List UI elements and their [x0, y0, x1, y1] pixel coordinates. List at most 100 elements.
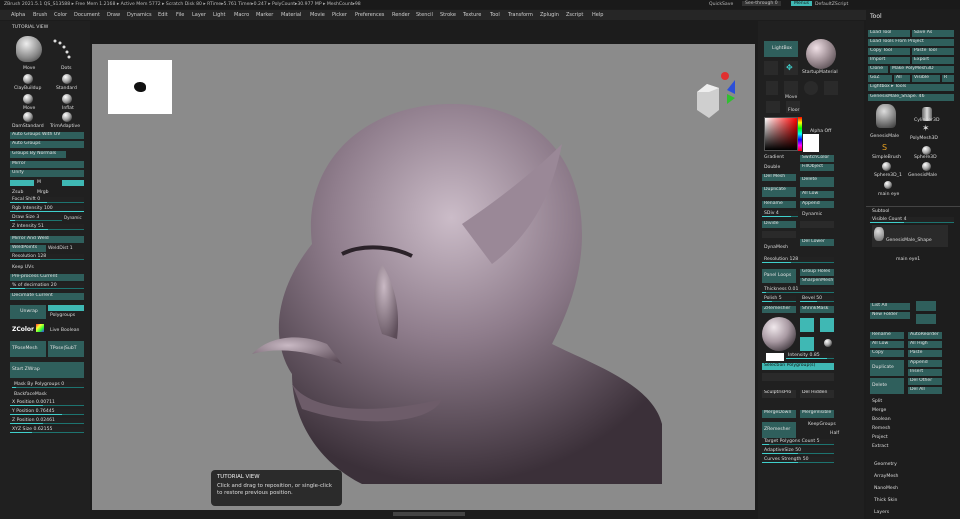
clone-button[interactable]: Clone — [868, 66, 888, 73]
polygroups-toggle[interactable] — [48, 305, 84, 311]
intensity-slider[interactable]: Intensity 0.85 — [786, 353, 834, 359]
sphere3d-thumb[interactable] — [922, 146, 931, 155]
unify-button[interactable]: Unify — [10, 170, 84, 177]
arraymesh-panel[interactable]: ArrayMesh — [874, 474, 898, 479]
tool-item-genesismale[interactable]: GenesisMale — [870, 134, 899, 139]
backface-mask-label[interactable]: BackfaceMask — [14, 392, 47, 397]
decimate-current-button[interactable]: Decimate Current — [10, 293, 84, 300]
import-button[interactable]: Import — [868, 57, 910, 64]
zremesher-top-button[interactable]: ZRemesher — [762, 306, 796, 313]
zcolor-label[interactable]: ZColor — [12, 326, 34, 333]
tool-item-sphere3d-1[interactable]: Sphere3D_1 — [874, 173, 902, 178]
save-as-button[interactable]: Save As — [912, 30, 954, 37]
menu-transform[interactable]: Transform — [508, 12, 533, 18]
menu-picker[interactable]: Picker — [332, 12, 347, 18]
lightbox-button[interactable]: LightBox — [764, 41, 798, 57]
tool-item-genesismale-2[interactable]: GenesisMale — [908, 173, 937, 178]
switch-color-button[interactable]: SwitchColor — [800, 155, 834, 162]
keep-groups-label[interactable]: KeepGroups — [808, 422, 836, 427]
thick-skin-panel[interactable]: Thick Skin — [874, 498, 897, 503]
del-all-button[interactable]: Del All — [908, 387, 942, 394]
inflat-brush-icon[interactable] — [62, 94, 72, 104]
menu-movie[interactable]: Movie — [310, 12, 325, 18]
rotate-icon[interactable] — [824, 81, 838, 95]
trimadaptive-brush-icon[interactable] — [62, 112, 72, 122]
matcap-sphere-icon[interactable] — [762, 317, 796, 351]
sculpt-model[interactable] — [232, 84, 662, 484]
current-tool-slider[interactable]: GenesisMale_Shape. 46 — [868, 94, 954, 101]
default-script-button[interactable]: DefaultZScript — [815, 2, 848, 7]
xyz-size-slider[interactable]: XYZ Size 0.62155 — [10, 427, 84, 433]
alpha-swatch[interactable] — [803, 134, 819, 152]
simplebrush-icon[interactable]: S — [882, 143, 887, 152]
nanomesh-panel[interactable]: NanoMesh — [874, 486, 898, 491]
genesismale-2-thumb[interactable] — [922, 162, 931, 171]
claybuildup-brush-icon[interactable] — [23, 74, 33, 84]
thickness-slider[interactable]: Thickness 0.01 — [762, 287, 834, 293]
polish-slider[interactable]: Polish 5 — [762, 296, 796, 302]
draw-size-slider[interactable]: Draw Size 3 — [10, 215, 62, 221]
subtool-header[interactable]: Subtool — [872, 209, 889, 214]
bulb-icon-2[interactable] — [820, 318, 834, 332]
paste-subtool-button[interactable]: Paste — [908, 350, 942, 357]
tool-item-polymesh3d[interactable]: PolyMesh3D — [910, 136, 938, 141]
menu-brush[interactable]: Brush — [33, 12, 47, 18]
decimation-slider[interactable]: % of decimation 20 — [10, 283, 84, 289]
document-canvas[interactable]: TUTORIAL VIEW Click and drag to repositi… — [92, 44, 755, 510]
split-section[interactable]: Split — [872, 399, 882, 404]
visible-button[interactable]: Visible — [912, 75, 940, 82]
rename-subtool-button[interactable]: Rename — [870, 332, 904, 339]
del-other-button[interactable]: Del Other — [908, 378, 942, 385]
dots-stroke-icon[interactable] — [52, 38, 78, 62]
sphere3d-1-thumb[interactable] — [882, 162, 891, 171]
menu-marker[interactable]: Marker — [256, 12, 273, 18]
half-label[interactable]: Half — [830, 431, 839, 436]
mirror-and-weld-button[interactable]: Mirror And Weld — [10, 236, 84, 243]
sdiv-slider[interactable]: SDiv 4 — [762, 211, 798, 217]
polymesh-star-icon[interactable]: ✶ — [922, 124, 930, 134]
menu-light[interactable]: Light — [213, 12, 225, 18]
menu-draw[interactable]: Draw — [107, 12, 120, 18]
paste-tool-button[interactable]: Paste Tool — [912, 48, 954, 55]
tab-row[interactable] — [762, 373, 834, 381]
start-zwrap-button[interactable]: Start ZWrap — [10, 362, 84, 378]
unwrap-button[interactable]: Unwrap — [10, 305, 46, 319]
adaptive-size-slider[interactable]: AdaptiveSize 50 — [762, 448, 834, 454]
all-low-subtool-button[interactable]: All Low — [870, 341, 904, 348]
subtool-master-button[interactable]: SculptrisPro — [762, 390, 796, 398]
panel-loops-button[interactable]: Panel Loops — [762, 269, 796, 283]
dynamesh-label[interactable]: DynaMesh — [764, 245, 788, 250]
export-button[interactable]: Export — [912, 57, 954, 64]
brush-mode-icon[interactable] — [764, 61, 778, 75]
layers-panel[interactable]: Layers — [874, 510, 889, 515]
menu-file[interactable]: File — [176, 12, 184, 18]
polygroups-type-button[interactable]: Selection Polygroup(s) — [762, 363, 834, 370]
rgb-button[interactable] — [62, 180, 84, 186]
resolution-slider[interactable]: Resolution 128 — [10, 254, 84, 260]
bulb-icon-1[interactable] — [800, 318, 814, 332]
all-low-button[interactable]: All Low — [800, 191, 834, 198]
del-mesh-button[interactable]: Del Mesh — [762, 174, 796, 181]
menus-button[interactable]: Menus — [791, 1, 813, 6]
move-up-arrow-icon[interactable] — [916, 301, 936, 311]
tool-item-sphere3d[interactable]: Sphere3D — [914, 155, 937, 160]
menu-macro[interactable]: Macro — [234, 12, 249, 18]
live-boolean-label[interactable]: Live Boolean — [50, 328, 79, 333]
r-button[interactable]: R — [942, 75, 954, 82]
append-subtool-button[interactable]: Append — [908, 360, 942, 367]
material-sphere-icon[interactable] — [806, 39, 836, 69]
make-polymesh3d-button[interactable]: Make PolyMesh3D — [890, 66, 954, 73]
weld-points-button[interactable]: WeldPoints — [10, 245, 46, 252]
bevel-slider[interactable]: Bevel 50 — [800, 296, 834, 302]
load-tools-from-project-button[interactable]: Load Tools From Project — [868, 39, 954, 46]
menu-alpha[interactable]: Alpha — [11, 12, 25, 18]
menu-stencil[interactable]: Stencil — [416, 12, 433, 18]
project-section[interactable]: Project — [872, 435, 888, 440]
duplicate-button[interactable]: Duplicate — [762, 187, 796, 197]
menu-dynamics[interactable]: Dynamics — [127, 12, 152, 18]
remesh-section[interactable]: Remesh — [872, 426, 890, 431]
auto-groups-uv-button[interactable]: Auto Groups With UV — [10, 132, 84, 139]
del-hidden-button[interactable]: Del Hidden — [800, 390, 834, 398]
move-brush-icon[interactable] — [23, 94, 33, 104]
merge-section[interactable]: Merge — [872, 408, 886, 413]
